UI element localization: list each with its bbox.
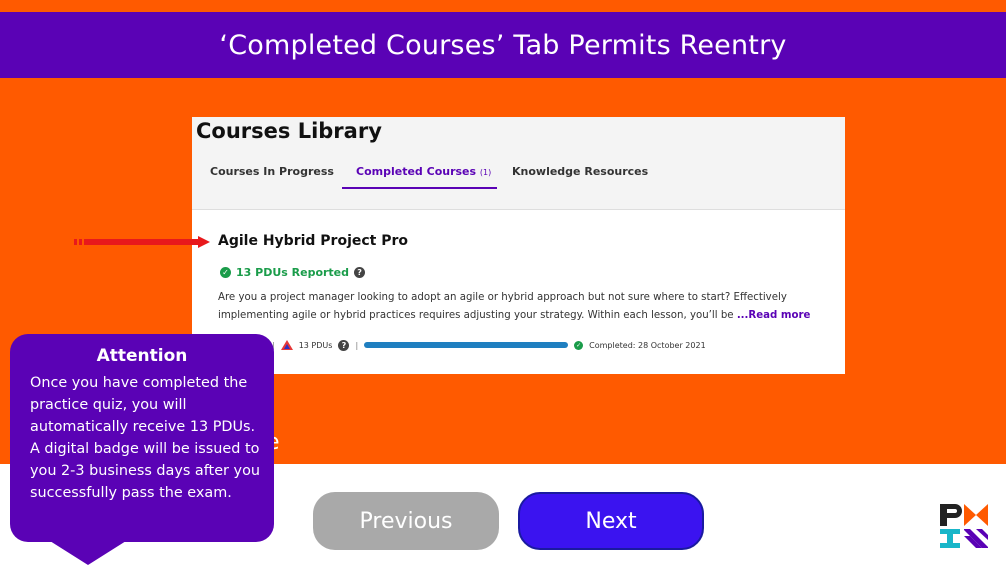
help-icon[interactable]: ? [354, 267, 366, 278]
pdus-reported-status: ✓ 13 PDUs Reported ? [220, 266, 366, 279]
course-title[interactable]: Agile Hybrid Project Pro [218, 233, 408, 249]
course-description: Are you a project manager looking to ado… [218, 292, 811, 321]
callout-body: Once you have completed the practice qui… [30, 375, 260, 501]
active-tab-indicator [342, 187, 497, 189]
pdu-count: 13 PDUs [298, 340, 333, 350]
course-progress-bar [364, 342, 569, 348]
callout-tail [50, 541, 126, 565]
completed-count-badge: (1) [479, 168, 492, 177]
course-meta-row: | 13 PDUs ? | ✓ Completed: 28 October 20… [272, 338, 832, 352]
pmi-pdu-triangle-icon [280, 340, 293, 350]
tab-knowledge-resources[interactable]: Knowledge Resources [512, 165, 648, 178]
pmi-logo-icon [940, 504, 988, 548]
attention-callout: Attention Once you have completed the pr… [10, 334, 274, 542]
tab-courses-in-progress[interactable]: Courses In Progress [210, 165, 334, 178]
library-title: Courses Library [196, 119, 382, 143]
slide-title: ‘Completed Courses’ Tab Permits Reentry [219, 29, 787, 61]
divider: | [355, 340, 359, 350]
library-header: Courses Library Courses In Progress Comp… [192, 117, 845, 210]
read-more-link[interactable]: ...Read more [737, 310, 811, 321]
previous-button[interactable]: Previous [313, 492, 499, 550]
next-button[interactable]: Next [518, 492, 704, 550]
check-circle-icon: ✓ [574, 340, 584, 350]
callout-heading: Attention [96, 346, 188, 366]
pointer-arrow-icon [74, 236, 210, 248]
top-accent-strip [0, 0, 1006, 12]
check-circle-icon: ✓ [220, 267, 231, 278]
courses-library-screenshot: Courses Library Courses In Progress Comp… [192, 117, 845, 374]
slide-title-bar: ‘Completed Courses’ Tab Permits Reentry [0, 12, 1006, 78]
help-icon[interactable]: ? [338, 339, 350, 351]
tab-completed-courses[interactable]: Completed Courses (1) [356, 165, 491, 178]
completed-date: Completed: 28 October 2021 [589, 340, 706, 350]
pdus-reported-label: 13 PDUs Reported [236, 266, 350, 279]
